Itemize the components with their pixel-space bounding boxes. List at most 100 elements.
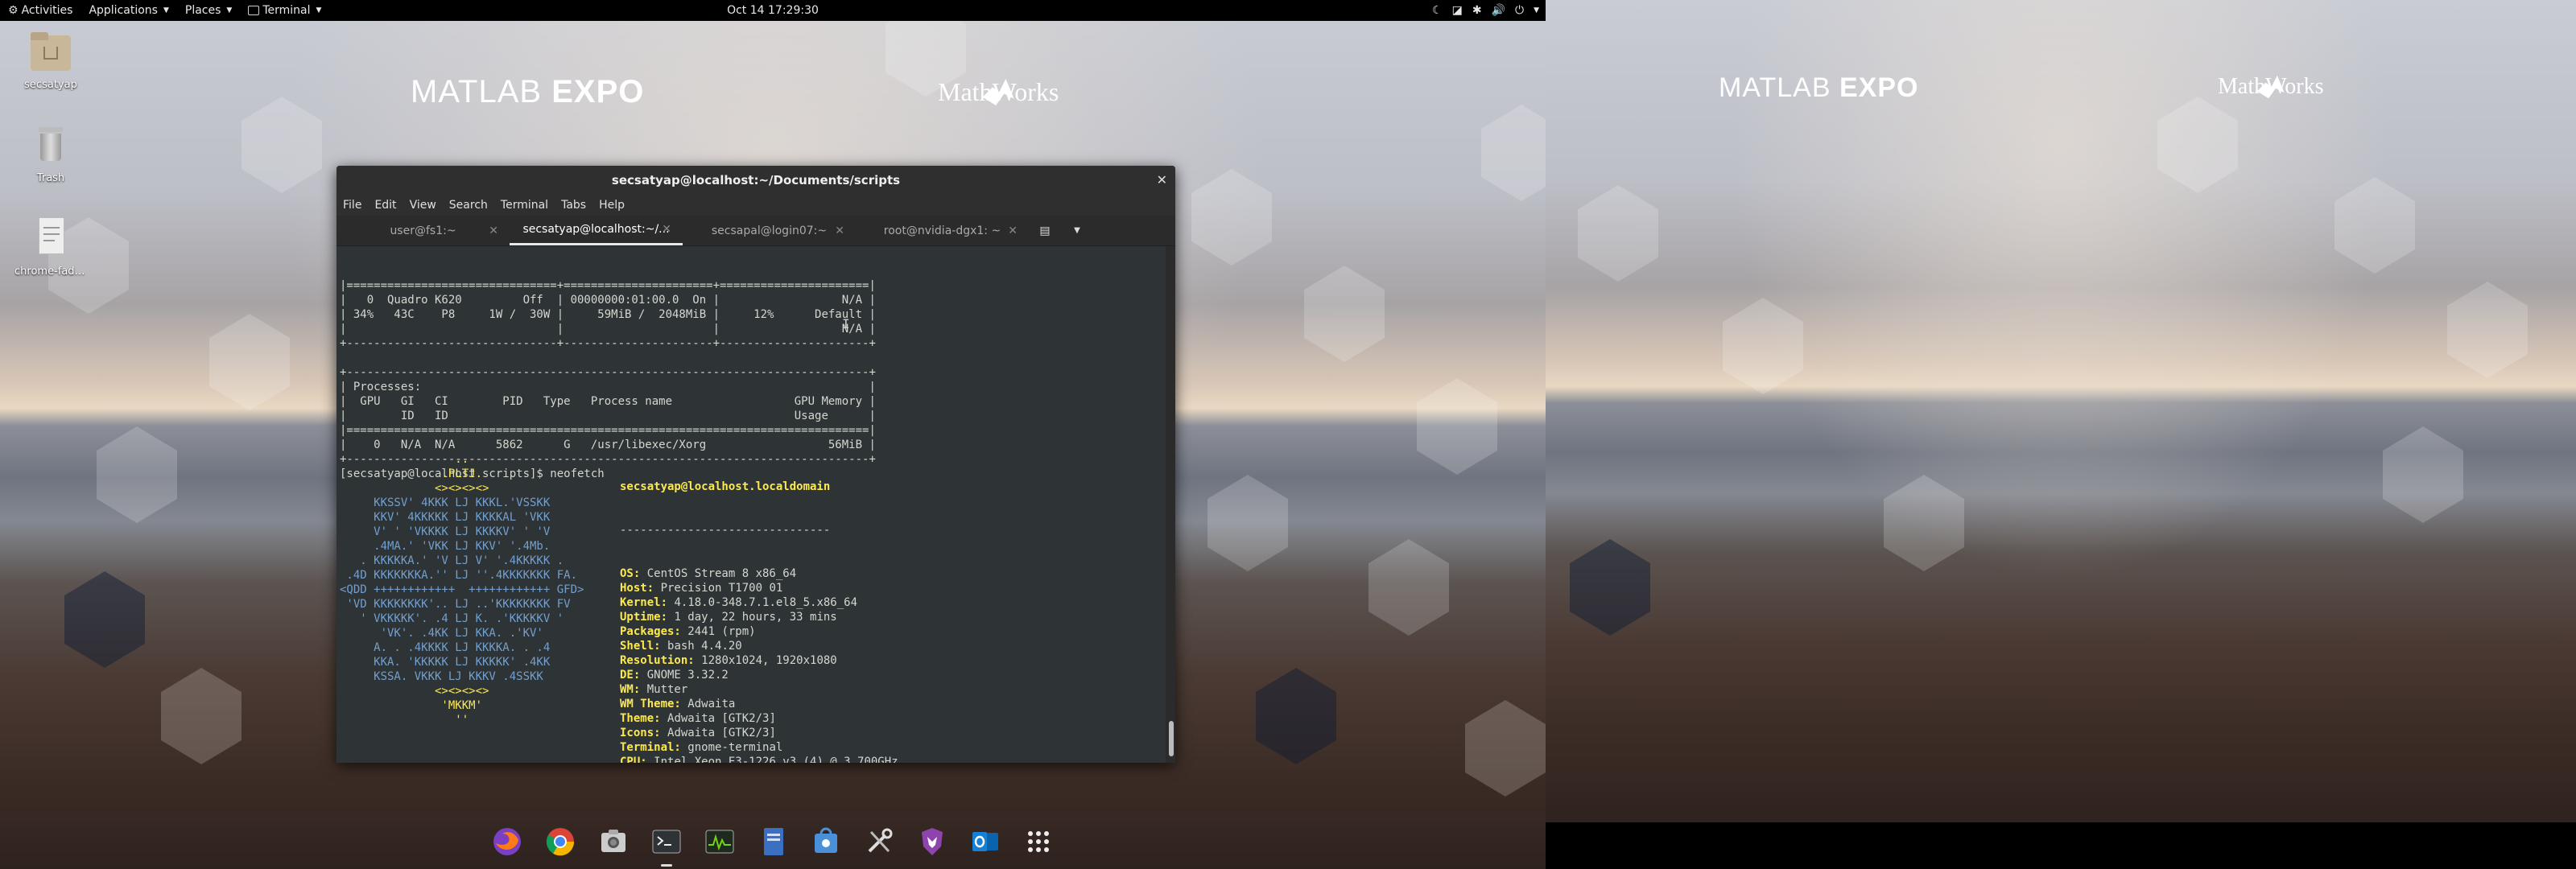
neofetch-info-key: Kernel: xyxy=(620,596,675,609)
close-icon[interactable]: ✕ xyxy=(1008,224,1018,237)
menu-terminal[interactable]: Terminal xyxy=(501,199,548,212)
home-folder-icon xyxy=(27,29,74,74)
dock xyxy=(481,818,1065,869)
tab-label: user@fs1:~ xyxy=(390,224,456,237)
terminal-small-icon xyxy=(248,6,260,15)
expo-logo-thin: MATLAB xyxy=(411,74,543,109)
close-icon[interactable]: ✕ xyxy=(1157,166,1167,195)
wallpaper-hex-pattern xyxy=(1570,97,2528,636)
chevron-down-icon: ▼ xyxy=(1534,6,1539,14)
dock-app-grid-button[interactable] xyxy=(1012,818,1065,869)
terminal-menubar: File Edit View Search Terminal Tabs Help xyxy=(336,195,1175,216)
terminal-line: | Processes: | xyxy=(340,381,876,393)
chevron-down-icon: ▼ xyxy=(316,6,322,14)
menu-view[interactable]: View xyxy=(410,199,436,212)
neofetch-info-row: Host: Precision T1700 01 xyxy=(620,581,898,595)
terminal-app-menu[interactable]: Terminal ▼ xyxy=(240,0,329,21)
neofetch-logo-line: . KKKKKA.' 'V LJ V' '.4KKKKK . xyxy=(340,554,564,567)
neofetch-info-value: GNOME 3.32.2 xyxy=(646,669,729,682)
menu-edit[interactable]: Edit xyxy=(374,199,396,212)
neofetch-info-row: Packages: 2441 (rpm) xyxy=(620,624,898,639)
expo-logo-thin: MATLAB xyxy=(1719,72,1831,103)
desktop-icon-label: secsatyap xyxy=(24,79,77,91)
dock-outlook-button[interactable] xyxy=(959,818,1012,869)
software-icon xyxy=(810,826,842,861)
terminal-line: |=======================================… xyxy=(340,424,876,437)
bluetooth-icon: ✱ xyxy=(1472,4,1482,17)
dock-chrome-button[interactable] xyxy=(534,818,587,869)
outlook-icon xyxy=(969,826,1001,861)
network-icon: ◪ xyxy=(1451,4,1463,17)
close-icon[interactable]: ✕ xyxy=(489,224,498,237)
close-icon[interactable]: ✕ xyxy=(662,223,671,236)
terminal-scrollbar[interactable] xyxy=(1166,246,1175,763)
dock-system-monitor-button[interactable] xyxy=(693,818,746,869)
dock-screenshot-button[interactable] xyxy=(587,818,640,869)
mathworks-logo: MathWorks xyxy=(2218,74,2324,100)
expo-logo-bold: EXPO xyxy=(551,74,645,109)
dock-software-button[interactable] xyxy=(799,818,852,869)
neofetch-info-row: DE: GNOME 3.32.2 xyxy=(620,668,898,682)
neofetch-logo-line: ' VKKKKK'. .4 LJ K. .'KKKKKV ' xyxy=(340,612,564,625)
neofetch-logo-line: V' ' 'VKKKK LJ KKKKV' ' 'V xyxy=(340,525,551,538)
firefox-icon xyxy=(491,826,523,861)
terminal-titlebar[interactable]: secsatyap@localhost:~/Documents/scripts … xyxy=(336,166,1175,195)
neofetch-logo-line: KSSA. VKKK LJ KKKV .4SSKK xyxy=(340,670,543,683)
chevron-down-icon: ▼ xyxy=(226,6,233,14)
new-tab-icon: ▤ xyxy=(1039,224,1051,237)
terminal-title: secsatyap@localhost:~/Documents/scripts xyxy=(611,173,901,187)
close-icon[interactable]: ✕ xyxy=(835,224,844,237)
neofetch-logo: .. .PLTJ. <><><><> KKSSV' 4KKK LJ KKKL.'… xyxy=(340,452,584,727)
terminal-menu-label: Terminal xyxy=(262,4,311,17)
menu-search[interactable]: Search xyxy=(449,199,488,212)
tab-secsapal-login07[interactable]: secsapal@login07:~ ✕ xyxy=(683,216,856,245)
neofetch-info-key: WM: xyxy=(620,683,647,696)
terminal-line: | | | N/A | xyxy=(340,323,876,336)
system-tray[interactable]: ☾ ◪ ✱ 🔊 ⏻ ▼ xyxy=(1432,0,1539,21)
dock-firefox-button[interactable] xyxy=(481,818,534,869)
neofetch-logo-line: <><><><> xyxy=(340,482,489,495)
menu-file[interactable]: File xyxy=(343,199,361,212)
neofetch-info-row: CPU: Intel Xeon E3-1226 v3 (4) @ 3.700GH… xyxy=(620,755,898,763)
dock-tools-button[interactable] xyxy=(852,818,906,869)
menu-tabs[interactable]: Tabs xyxy=(561,199,586,212)
desktop-icon-home[interactable]: secsatyap xyxy=(14,29,87,91)
activities-icon: ⚙ xyxy=(8,4,19,17)
neofetch-info-key: Host: xyxy=(620,582,661,595)
tab-list-button[interactable]: ▼ xyxy=(1061,216,1093,245)
desktop-wallpaper: MATLAB EXPO MathWorks xyxy=(1546,0,2576,822)
neofetch-info-row: Uptime: 1 day, 22 hours, 33 mins xyxy=(620,610,898,624)
volume-icon: 🔊 xyxy=(1491,4,1505,17)
terminal-window[interactable]: secsatyap@localhost:~/Documents/scripts … xyxy=(336,166,1175,763)
neofetch-logo-line: 'VD KKKKKKKK'.. LJ ..'KKKKKKKK FV xyxy=(340,598,571,611)
activities-button[interactable]: ⚙ Activities xyxy=(0,0,80,21)
scrollbar-thumb[interactable] xyxy=(1169,721,1174,756)
tab-secsatyap-localhost[interactable]: secsatyap@localhost:~/... ✕ xyxy=(510,216,683,245)
neofetch-info-value: 1 day, 22 hours, 33 mins xyxy=(674,611,837,624)
mathworks-membrane-icon xyxy=(2256,75,2285,99)
menu-help[interactable]: Help xyxy=(599,199,625,212)
dock-terminal-button[interactable] xyxy=(640,818,693,869)
neofetch-logo-line: A. . .4KKKK LJ KKKKA. . .4 xyxy=(340,641,551,654)
new-tab-button[interactable]: ▤ xyxy=(1029,216,1061,245)
neofetch-info-rows: OS: CentOS Stream 8 x86_64 Host: Precisio… xyxy=(620,566,898,763)
clock[interactable]: Oct 14 17:29:30 xyxy=(727,0,819,21)
neofetch-info-row: Icons: Adwaita [GTK2/3] xyxy=(620,726,898,740)
places-menu[interactable]: Places ▼ xyxy=(177,0,240,21)
desktop-icon-trash[interactable]: Trash xyxy=(14,122,87,184)
neofetch-logo-line: 'VK'. .4KK LJ KKA. .'KV' xyxy=(340,627,543,640)
dock-files-button[interactable] xyxy=(746,818,799,869)
matlab-expo-logo: MATLAB EXPO xyxy=(411,74,644,110)
tools-icon xyxy=(863,826,895,861)
neofetch-info-key: Terminal: xyxy=(620,741,688,754)
desktop-icon-file[interactable]: chrome-fadnaf... xyxy=(14,216,87,278)
applications-menu[interactable]: Applications ▼ xyxy=(80,0,176,21)
mathworks-logo: MathWorks xyxy=(938,77,1059,107)
terminal-output[interactable]: |===============================+=======… xyxy=(336,246,1166,763)
neofetch-info-value: 1280x1024, 1920x1080 xyxy=(701,654,837,667)
dock-brave-button[interactable] xyxy=(906,818,959,869)
neofetch-info-key: Shell: xyxy=(620,640,668,653)
tab-user-fs1[interactable]: user@fs1:~ ✕ xyxy=(336,216,510,245)
tab-root-nvidia-dgx1[interactable]: root@nvidia-dgx1: ~ ✕ xyxy=(856,216,1029,245)
